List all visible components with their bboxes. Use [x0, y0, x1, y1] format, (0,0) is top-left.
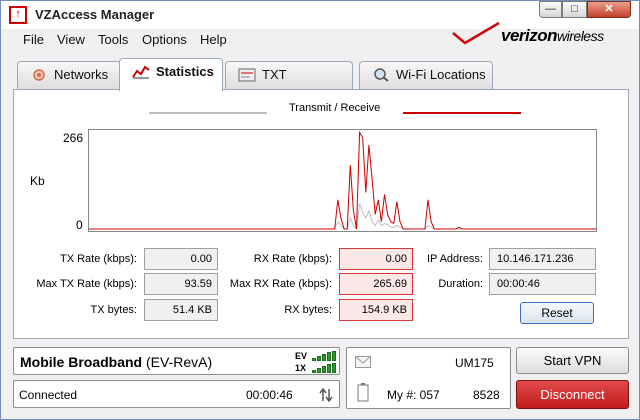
battery-icon	[357, 383, 369, 402]
tx-bytes-value: 51.4 KB	[144, 299, 218, 321]
rx-bytes-value: 154.9 KB	[339, 299, 413, 321]
menu-view[interactable]: View	[57, 32, 85, 47]
chart-y-min: 0	[76, 218, 83, 232]
tx-rate-value: 0.00	[144, 248, 218, 270]
verizon-wireless-logo: verizonwireless	[449, 17, 639, 51]
tab-statistics[interactable]: Statistics	[119, 58, 223, 91]
rx-bytes-label: RX bytes:	[284, 304, 332, 316]
phone-number-prefix: My #: 057	[387, 388, 440, 402]
max-rx-rate-label: Max RX Rate (kbps):	[229, 278, 332, 290]
reset-button[interactable]: Reset	[520, 302, 594, 324]
envelope-icon	[355, 356, 371, 368]
tab-networks-label: Networks	[54, 67, 109, 82]
ip-address-label: IP Address:	[426, 253, 483, 265]
menu-tools[interactable]: Tools	[98, 32, 128, 47]
tab-txt-messaging[interactable]: TXT Messaging	[225, 61, 353, 108]
menu-bar: File View Tools Options Help	[1, 29, 401, 51]
connection-info-box: Mobile Broadband (EV-RevA) EV 1X	[13, 347, 340, 375]
duration-label: Duration:	[438, 278, 483, 290]
data-transfer-icon	[319, 387, 333, 403]
connection-state: Connected	[19, 388, 78, 402]
ip-address-value: 10.146.171.236	[489, 248, 596, 270]
traffic-chart-svg	[89, 130, 596, 231]
logo-suffix: wireless	[557, 28, 604, 44]
rx-rate-label: RX Rate (kbps):	[253, 253, 332, 265]
wifi-locations-icon	[374, 68, 389, 82]
chart-y-max: 266	[63, 131, 84, 145]
tab-wifi-locations[interactable]: Wi-Fi Locations	[359, 61, 493, 89]
menu-file[interactable]: File	[23, 32, 44, 47]
minimize-button[interactable]: —	[539, 1, 562, 18]
disconnect-button[interactable]: Disconnect	[516, 380, 629, 409]
tab-statistics-label: Statistics	[156, 64, 214, 79]
statistics-icon	[132, 65, 150, 79]
connection-name: Mobile Broadband	[20, 354, 143, 370]
signal-1x-label: 1X	[295, 363, 307, 373]
max-tx-rate-value: 93.59	[144, 273, 218, 295]
traffic-chart	[88, 129, 597, 232]
app-window: ↑ VZAccess Manager — □ ✕ File View Tools…	[0, 0, 640, 420]
close-button[interactable]: ✕	[587, 1, 631, 18]
tab-wifi-locations-label: Wi-Fi Locations	[396, 67, 486, 82]
window-title: VZAccess Manager	[35, 7, 155, 22]
chart-legend: Transmit / Receive	[289, 102, 381, 114]
rx-rate-value: 0.00	[339, 248, 413, 270]
phone-number-suffix: 8528	[473, 388, 500, 402]
receive-series-line	[89, 130, 596, 230]
signal-ev-label: EV	[295, 351, 308, 361]
connection-elapsed: 00:00:46	[246, 388, 293, 402]
menu-help[interactable]: Help	[200, 32, 227, 47]
app-icon: ↑	[9, 6, 27, 24]
ev-signal-bars-icon	[312, 351, 336, 361]
logo-brand: verizon	[501, 26, 558, 45]
tx-rate-label: TX Rate (kbps):	[59, 253, 137, 265]
txt-messaging-icon	[238, 68, 256, 82]
verizon-check-icon	[452, 21, 500, 45]
max-tx-rate-label: Max TX Rate (kbps):	[36, 278, 137, 290]
chart-y-label: Kb	[30, 174, 45, 188]
maximize-button[interactable]: □	[562, 1, 587, 18]
max-rx-rate-value: 265.69	[339, 273, 413, 295]
tab-networks[interactable]: Networks	[17, 61, 121, 89]
1x-signal-bars-icon	[312, 363, 336, 373]
networks-icon	[33, 69, 45, 81]
device-info-box: UM175 My #: 057 8528	[346, 347, 511, 409]
tx-bytes-label: TX bytes:	[90, 304, 137, 316]
device-model: UM175	[455, 356, 494, 370]
receive-legend-line	[403, 112, 521, 114]
duration-value: 00:00:46	[489, 273, 596, 295]
connection-type: (EV-RevA)	[146, 354, 213, 370]
transmit-legend-line	[149, 112, 267, 114]
connection-status-box: Connected 00:00:46	[13, 380, 340, 408]
menu-options[interactable]: Options	[142, 32, 187, 47]
start-vpn-button[interactable]: Start VPN	[516, 347, 629, 374]
